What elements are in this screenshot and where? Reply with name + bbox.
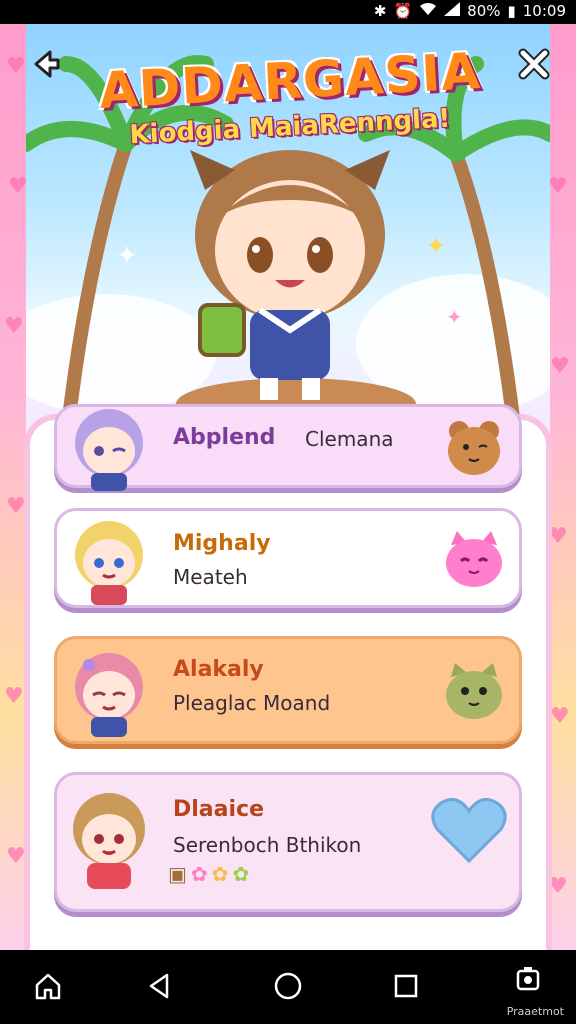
heart-decoration-icon: ♥: [4, 684, 24, 709]
card-item-icon: ▣: [168, 862, 187, 886]
avatar: [61, 511, 157, 607]
heart-decoration-icon: ♥: [6, 494, 26, 519]
status-icons: ✱ ⏰ 80% ▮ 10:09: [374, 2, 566, 20]
character-name: Dlaaice: [173, 797, 264, 822]
character-card[interactable]: Mighaly Meateh: [54, 508, 522, 608]
back-arrow-icon: [28, 46, 64, 86]
svg-text:✦: ✦: [116, 241, 138, 271]
navigation-bar: Praaetmot: [0, 950, 576, 1024]
recent-apps-button[interactable]: [386, 968, 426, 1008]
circle-home-icon: [272, 970, 304, 1006]
svg-text:✦: ✦: [446, 305, 463, 329]
back-button[interactable]: [24, 44, 68, 88]
triangle-back-icon: [145, 971, 175, 1005]
screenshot-button[interactable]: [508, 960, 548, 1000]
avatar: [61, 643, 157, 739]
home-button[interactable]: [28, 968, 68, 1008]
screenshot-icon: [514, 963, 542, 997]
character-card-selected[interactable]: Alakaly Pleaglac Moand: [54, 636, 522, 744]
nav-home-circle-button[interactable]: [268, 968, 308, 1008]
character-name: Alakaly: [173, 657, 264, 682]
flower-icon: ✿: [190, 862, 208, 886]
nav-label: Praaetmot: [506, 1005, 564, 1018]
heart-decoration-icon: ♥: [6, 844, 26, 869]
heart-decoration-icon: ♥: [6, 54, 26, 79]
heart-decoration-icon: ♥: [548, 874, 568, 899]
character-card[interactable]: Abplend Clemana: [54, 404, 522, 491]
home-icon: [33, 971, 63, 1005]
close-button[interactable]: [512, 44, 556, 88]
signal-icon: [444, 2, 461, 20]
heart-decoration-icon: ♥: [548, 174, 568, 199]
green-cat-pet-icon: [439, 657, 509, 727]
flower-icon: ✿: [232, 862, 250, 886]
avatar: [61, 785, 157, 889]
character-name: Abplend: [173, 425, 276, 450]
bear-pet-icon: [439, 413, 509, 483]
alarm-icon: ⏰: [393, 2, 413, 20]
heart-decoration-icon: ♥: [550, 354, 570, 379]
battery-icon: ▮: [507, 2, 516, 20]
item-icons-row: ▣ ✿ ✿ ✿: [168, 862, 249, 886]
character-subtitle: Pleaglac Moand: [173, 691, 331, 715]
battery-percent: 80%: [467, 2, 501, 20]
character-name: Mighaly: [173, 531, 271, 556]
nav-back-button[interactable]: [140, 968, 180, 1008]
heart-decoration-icon: ♥: [550, 704, 570, 729]
close-x-icon: [515, 45, 553, 87]
status-bar: ✱ ⏰ 80% ▮ 10:09: [0, 0, 576, 24]
character-card[interactable]: Dlaaice Serenboch Bthikon: [54, 772, 522, 912]
character-subtitle: Meateh: [173, 565, 248, 589]
character-illustration: [150, 130, 430, 410]
clock-time: 10:09: [522, 2, 566, 20]
heart-icon: [429, 795, 509, 865]
avatar: [61, 397, 157, 493]
pink-cat-pet-icon: [439, 525, 509, 595]
square-recents-icon: [392, 972, 420, 1004]
wifi-icon: [419, 2, 437, 20]
heart-decoration-icon: ♥: [548, 524, 568, 549]
heart-decoration-icon: ♥: [8, 174, 28, 199]
character-subtitle: Clemana: [305, 427, 394, 451]
bluetooth-icon: ✱: [373, 2, 387, 20]
character-subtitle: Serenboch Bthikon: [173, 833, 362, 857]
heart-decoration-icon: ♥: [4, 314, 24, 339]
flower-icon: ✿: [211, 862, 229, 886]
